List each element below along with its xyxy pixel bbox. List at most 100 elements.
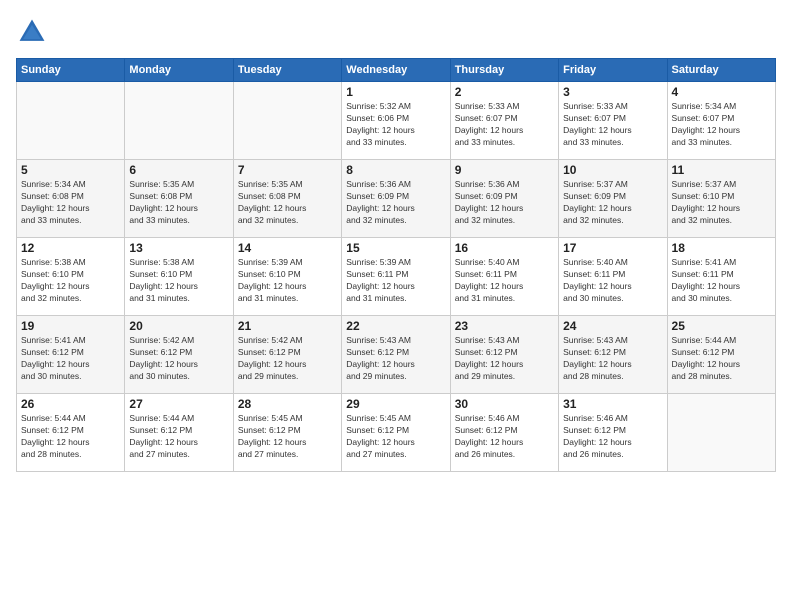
calendar-cell: 24 Sunrise: 5:43 AM Sunset: 6:12 PM Dayli… [559,316,667,394]
day-number: 10 [563,163,662,177]
header [16,16,776,48]
day-info: Sunrise: 5:38 AM Sunset: 6:10 PM Dayligh… [129,257,228,305]
calendar-cell: 30 Sunrise: 5:46 AM Sunset: 6:12 PM Dayli… [450,394,558,472]
calendar-cell: 6Sunrise: 5:35 AM Sunset: 6:08 PM Daylig… [125,160,233,238]
day-info: Sunrise: 5:41 AM Sunset: 6:12 PM Dayligh… [21,335,120,383]
day-number: 16 [455,241,554,255]
calendar-cell: 22 Sunrise: 5:43 AM Sunset: 6:12 PM Dayli… [342,316,450,394]
calendar-cell: 23Sunrise: 5:43 AM Sunset: 6:12 PM Dayli… [450,316,558,394]
day-info: Sunrise: 5:43 AM Sunset: 6:12 PM Dayligh… [346,335,445,383]
day-info: Sunrise: 5:44 AM Sunset: 6:12 PM Dayligh… [21,413,120,461]
calendar-cell: 20Sunrise: 5:42 AM Sunset: 6:12 PM Dayli… [125,316,233,394]
weekday-header-sunday: Sunday [17,59,125,82]
day-info: Sunrise: 5:45 AM Sunset: 6:12 PM Dayligh… [238,413,337,461]
weekday-header-thursday: Thursday [450,59,558,82]
calendar-cell: 12 Sunrise: 5:38 AM Sunset: 6:10 PM Dayli… [17,238,125,316]
day-number: 11 [672,163,771,177]
logo [16,16,52,48]
weekday-header-saturday: Saturday [667,59,775,82]
day-info: Sunrise: 5:34 AM Sunset: 6:08 PM Dayligh… [21,179,120,227]
calendar-cell: 29 Sunrise: 5:45 AM Sunset: 6:12 PM Dayli… [342,394,450,472]
calendar-cell: 7 Sunrise: 5:35 AM Sunset: 6:08 PM Daylig… [233,160,341,238]
week-row-5: 26 Sunrise: 5:44 AM Sunset: 6:12 PM Dayli… [17,394,776,472]
calendar-cell [17,82,125,160]
day-number: 21 [238,319,337,333]
calendar-cell: 2 Sunrise: 5:33 AM Sunset: 6:07 PM Daylig… [450,82,558,160]
weekday-header-friday: Friday [559,59,667,82]
day-number: 7 [238,163,337,177]
day-info: Sunrise: 5:39 AM Sunset: 6:10 PM Dayligh… [238,257,337,305]
day-info: Sunrise: 5:42 AM Sunset: 6:12 PM Dayligh… [238,335,337,383]
calendar-cell: 5 Sunrise: 5:34 AM Sunset: 6:08 PM Daylig… [17,160,125,238]
weekday-header-row: SundayMondayTuesdayWednesdayThursdayFrid… [17,59,776,82]
calendar-cell: 28 Sunrise: 5:45 AM Sunset: 6:12 PM Dayli… [233,394,341,472]
day-number: 9 [455,163,554,177]
day-number: 28 [238,397,337,411]
day-number: 22 [346,319,445,333]
day-info: Sunrise: 5:43 AM Sunset: 6:12 PM Dayligh… [563,335,662,383]
calendar-cell: 21 Sunrise: 5:42 AM Sunset: 6:12 PM Dayli… [233,316,341,394]
day-number: 25 [672,319,771,333]
day-info: Sunrise: 5:33 AM Sunset: 6:07 PM Dayligh… [455,101,554,149]
day-number: 13 [129,241,228,255]
calendar-cell: 1Sunrise: 5:32 AM Sunset: 6:06 PM Daylig… [342,82,450,160]
day-info: Sunrise: 5:36 AM Sunset: 6:09 PM Dayligh… [346,179,445,227]
day-number: 30 [455,397,554,411]
calendar-cell: 25 Sunrise: 5:44 AM Sunset: 6:12 PM Dayli… [667,316,775,394]
day-number: 12 [21,241,120,255]
calendar-cell [233,82,341,160]
week-row-2: 5 Sunrise: 5:34 AM Sunset: 6:08 PM Daylig… [17,160,776,238]
calendar-cell: 10 Sunrise: 5:37 AM Sunset: 6:09 PM Dayli… [559,160,667,238]
day-info: Sunrise: 5:40 AM Sunset: 6:11 PM Dayligh… [563,257,662,305]
day-number: 2 [455,85,554,99]
day-number: 14 [238,241,337,255]
calendar-cell [667,394,775,472]
day-number: 24 [563,319,662,333]
calendar-cell: 27Sunrise: 5:44 AM Sunset: 6:12 PM Dayli… [125,394,233,472]
weekday-header-monday: Monday [125,59,233,82]
day-number: 19 [21,319,120,333]
week-row-1: 1Sunrise: 5:32 AM Sunset: 6:06 PM Daylig… [17,82,776,160]
day-number: 31 [563,397,662,411]
calendar-cell: 19 Sunrise: 5:41 AM Sunset: 6:12 PM Dayli… [17,316,125,394]
day-number: 23 [455,319,554,333]
calendar-cell [125,82,233,160]
day-info: Sunrise: 5:37 AM Sunset: 6:10 PM Dayligh… [672,179,771,227]
logo-icon [16,16,48,48]
day-info: Sunrise: 5:33 AM Sunset: 6:07 PM Dayligh… [563,101,662,149]
day-number: 4 [672,85,771,99]
day-number: 1 [346,85,445,99]
week-row-3: 12 Sunrise: 5:38 AM Sunset: 6:10 PM Dayli… [17,238,776,316]
day-number: 26 [21,397,120,411]
day-number: 18 [672,241,771,255]
day-number: 17 [563,241,662,255]
day-number: 29 [346,397,445,411]
weekday-header-tuesday: Tuesday [233,59,341,82]
day-info: Sunrise: 5:34 AM Sunset: 6:07 PM Dayligh… [672,101,771,149]
calendar-cell: 13 Sunrise: 5:38 AM Sunset: 6:10 PM Dayli… [125,238,233,316]
day-info: Sunrise: 5:46 AM Sunset: 6:12 PM Dayligh… [455,413,554,461]
calendar-cell: 3 Sunrise: 5:33 AM Sunset: 6:07 PM Daylig… [559,82,667,160]
weekday-header-wednesday: Wednesday [342,59,450,82]
day-info: Sunrise: 5:40 AM Sunset: 6:11 PM Dayligh… [455,257,554,305]
calendar-cell: 15Sunrise: 5:39 AM Sunset: 6:11 PM Dayli… [342,238,450,316]
day-number: 5 [21,163,120,177]
day-info: Sunrise: 5:38 AM Sunset: 6:10 PM Dayligh… [21,257,120,305]
day-info: Sunrise: 5:42 AM Sunset: 6:12 PM Dayligh… [129,335,228,383]
day-info: Sunrise: 5:35 AM Sunset: 6:08 PM Dayligh… [238,179,337,227]
calendar: SundayMondayTuesdayWednesdayThursdayFrid… [16,58,776,472]
day-info: Sunrise: 5:44 AM Sunset: 6:12 PM Dayligh… [672,335,771,383]
day-number: 15 [346,241,445,255]
calendar-cell: 11 Sunrise: 5:37 AM Sunset: 6:10 PM Dayli… [667,160,775,238]
day-info: Sunrise: 5:37 AM Sunset: 6:09 PM Dayligh… [563,179,662,227]
day-number: 27 [129,397,228,411]
calendar-cell: 9Sunrise: 5:36 AM Sunset: 6:09 PM Daylig… [450,160,558,238]
day-number: 6 [129,163,228,177]
day-info: Sunrise: 5:45 AM Sunset: 6:12 PM Dayligh… [346,413,445,461]
day-number: 3 [563,85,662,99]
page: SundayMondayTuesdayWednesdayThursdayFrid… [0,0,792,612]
calendar-cell: 16 Sunrise: 5:40 AM Sunset: 6:11 PM Dayli… [450,238,558,316]
week-row-4: 19 Sunrise: 5:41 AM Sunset: 6:12 PM Dayli… [17,316,776,394]
calendar-cell: 8Sunrise: 5:36 AM Sunset: 6:09 PM Daylig… [342,160,450,238]
calendar-cell: 31Sunrise: 5:46 AM Sunset: 6:12 PM Dayli… [559,394,667,472]
